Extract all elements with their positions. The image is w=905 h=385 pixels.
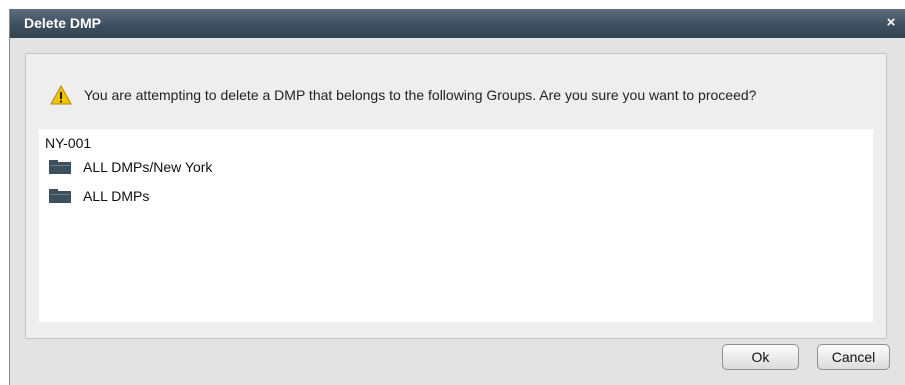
groups-list: NY-001 ALL DMPs/New York ALL DMPs xyxy=(39,129,873,322)
delete-dmp-dialog: Delete DMP × You are attempting to delet… xyxy=(9,9,905,385)
list-item[interactable]: ALL DMPs/New York xyxy=(49,157,212,177)
warning-message: You are attempting to delete a DMP that … xyxy=(84,87,757,103)
group-label: ALL DMPs xyxy=(83,188,150,204)
dialog-title: Delete DMP xyxy=(24,15,102,31)
folder-icon xyxy=(49,160,71,174)
group-label: ALL DMPs/New York xyxy=(83,159,213,175)
warning-row: You are attempting to delete a DMP that … xyxy=(50,83,756,107)
cancel-button[interactable]: Cancel xyxy=(817,344,890,370)
dialog-content-panel: You are attempting to delete a DMP that … xyxy=(25,53,887,339)
folder-icon xyxy=(49,189,71,203)
warning-icon xyxy=(50,85,72,105)
close-icon[interactable]: × xyxy=(883,14,899,32)
list-item[interactable]: ALL DMPs xyxy=(49,186,149,206)
device-name: NY-001 xyxy=(45,135,92,151)
ok-button[interactable]: Ok xyxy=(722,344,799,370)
dialog-titlebar[interactable]: Delete DMP × xyxy=(10,9,905,38)
